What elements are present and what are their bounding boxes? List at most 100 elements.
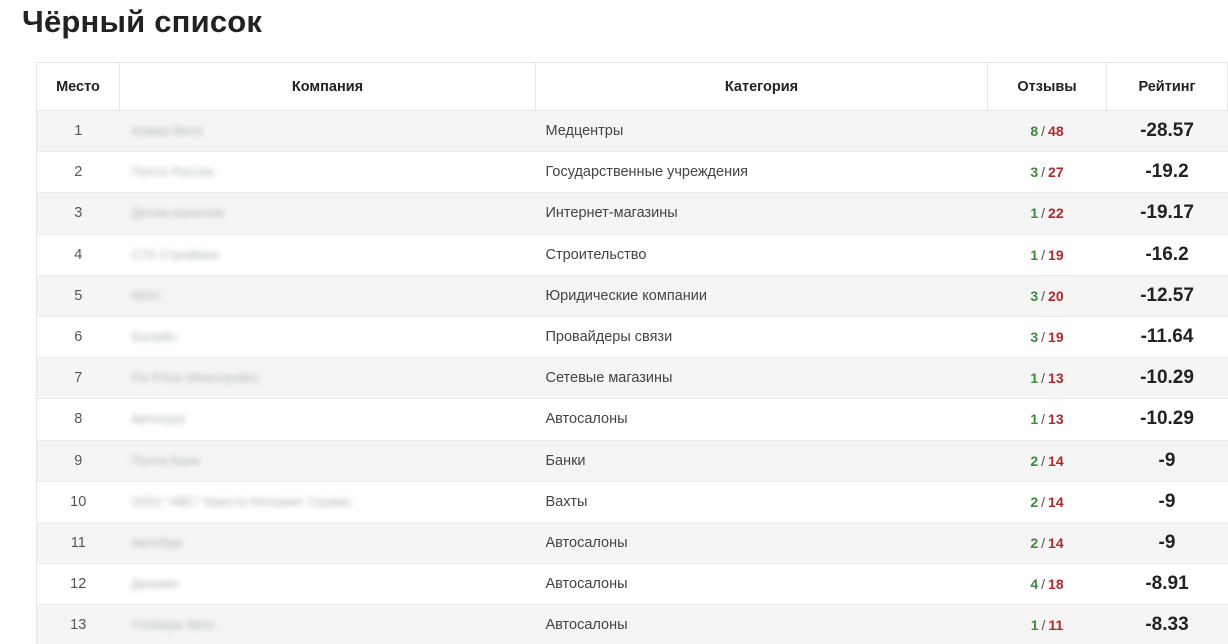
row-category: Банки xyxy=(535,439,988,482)
row-place: 7 xyxy=(36,357,120,400)
company-link[interactable]: Глобиум Авто xyxy=(132,617,215,632)
table-row: 11 Автобум Автосалоны 2/14 -9 xyxy=(36,521,1228,565)
reviews-separator: / xyxy=(1041,370,1046,387)
table-row: 6 Билайн Провайдеры связи 3/19 -11.64 xyxy=(36,315,1228,359)
company-link[interactable]: Детям каналом xyxy=(132,205,225,220)
blacklist-page: Чёрный список Место Компания Категория О… xyxy=(0,0,1228,644)
positive-reviews-count: 8 xyxy=(1030,123,1039,140)
company-link[interactable]: Билайн xyxy=(132,329,177,344)
row-company-cell: Fix Price (Фикспрайс) xyxy=(119,357,536,400)
table-row: 4 СТК Строймах Строительство 1/19 -16.2 xyxy=(36,233,1228,276)
negative-reviews-count: 14 xyxy=(1048,452,1064,469)
negative-reviews-count: 13 xyxy=(1048,370,1064,387)
row-category: Сетевые магазины xyxy=(535,357,988,400)
negative-reviews-count: 11 xyxy=(1048,617,1064,634)
company-link[interactable]: Динамо xyxy=(132,576,179,591)
row-place: 8 xyxy=(36,398,120,441)
reviews-separator: / xyxy=(1041,576,1046,593)
company-link[interactable]: Почта России xyxy=(132,164,215,179)
row-company-cell: Почта России xyxy=(119,151,536,194)
row-rating: -28.57 xyxy=(1106,109,1228,153)
table-row: 2 Почта России Государственные учреждения 3… xyxy=(36,151,1228,194)
positive-reviews-count: 2 xyxy=(1030,534,1039,551)
company-link[interactable]: КЮС xyxy=(132,288,162,303)
row-rating: -10.29 xyxy=(1106,398,1228,441)
row-company-cell: СТК Строймах xyxy=(119,233,536,276)
company-link[interactable]: Автогруп xyxy=(132,411,186,426)
company-link[interactable]: Алмаз Вита xyxy=(132,123,203,138)
row-rating: -16.2 xyxy=(1106,233,1228,276)
row-reviews: 3/20 xyxy=(987,274,1107,317)
table-row: 7 Fix Price (Фикспрайс) Сетевые магазины 1/… xyxy=(36,357,1228,400)
table-row: 12 Динамо Автосалоны 4/18 -8.91 xyxy=(36,563,1228,606)
row-category: Интернет-магазины xyxy=(535,192,988,235)
row-place: 10 xyxy=(36,480,120,523)
row-category: Автосалоны xyxy=(535,563,988,606)
table-row: 10 ООО "АВС" Кристи Кетеринг Сервис Вахты 2… xyxy=(36,480,1228,523)
column-header-reviews: Отзывы xyxy=(987,62,1107,111)
row-company-cell: Автобум xyxy=(119,521,536,565)
column-header-company: Компания xyxy=(119,62,536,111)
negative-reviews-count: 20 xyxy=(1048,287,1064,304)
table-row: 3 Детям каналом Интернет-магазины 1/22 -19.1… xyxy=(36,192,1228,235)
row-company-cell: Глобиум Авто xyxy=(119,604,536,644)
row-category: Автосалоны xyxy=(535,604,988,644)
column-header-category: Категория xyxy=(535,62,988,111)
row-reviews: 1/22 xyxy=(987,192,1107,235)
positive-reviews-count: 1 xyxy=(1030,205,1039,222)
row-rating: -9 xyxy=(1106,480,1228,523)
row-reviews: 1/13 xyxy=(987,398,1107,441)
reviews-separator: / xyxy=(1041,205,1046,222)
row-reviews: 3/19 xyxy=(987,315,1107,359)
company-link[interactable]: Fix Price (Фикспрайс) xyxy=(132,370,260,385)
row-place: 3 xyxy=(36,192,120,235)
row-category: Юридические компании xyxy=(535,274,988,317)
reviews-separator: / xyxy=(1041,164,1046,181)
company-link[interactable]: Почта Банк xyxy=(132,453,200,468)
row-place: 2 xyxy=(36,151,120,194)
page-title: Чёрный список xyxy=(22,4,263,39)
row-place: 6 xyxy=(36,315,120,359)
row-category: Государственные учреждения xyxy=(535,151,988,194)
positive-reviews-count: 2 xyxy=(1030,493,1039,510)
positive-reviews-count: 3 xyxy=(1030,329,1039,346)
negative-reviews-count: 19 xyxy=(1048,329,1064,346)
row-company-cell: КЮС xyxy=(119,274,536,317)
row-reviews: 1/13 xyxy=(987,357,1107,400)
positive-reviews-count: 2 xyxy=(1030,452,1039,469)
negative-reviews-count: 48 xyxy=(1048,123,1064,140)
row-place: 11 xyxy=(36,521,120,565)
table-body: 1 Алмаз Вита Медцентры 8 / 48 -28.57 2 Почта Рос… xyxy=(36,109,1228,644)
row-company-cell: Билайн xyxy=(119,315,536,359)
negative-reviews-count: 18 xyxy=(1048,576,1064,593)
row-category: Вахты xyxy=(535,480,988,523)
row-place: 12 xyxy=(36,563,120,606)
row-rating: -11.64 xyxy=(1106,315,1228,359)
row-rating: -8.33 xyxy=(1106,604,1228,644)
company-link[interactable]: СТК Строймах xyxy=(132,247,220,262)
positive-reviews-count: 1 xyxy=(1030,617,1039,634)
row-category: Автосалоны xyxy=(535,521,988,565)
negative-reviews-count: 22 xyxy=(1048,205,1064,222)
table-header-row: Место Компания Категория Отзывы Рейтинг xyxy=(36,62,1228,111)
company-link[interactable]: Автобум xyxy=(132,535,183,550)
blacklist-table: Место Компания Категория Отзывы Рейтинг … xyxy=(36,62,1228,644)
row-rating: -9 xyxy=(1106,439,1228,482)
table-row: 8 Автогруп Автосалоны 1/13 -10.29 xyxy=(36,398,1228,441)
positive-reviews-count: 1 xyxy=(1030,370,1039,387)
company-link[interactable]: ООО "АВС" Кристи Кетеринг Сервис xyxy=(132,494,352,509)
table-row: 5 КЮС Юридические компании 3/20 -12.57 xyxy=(36,274,1228,317)
row-category: Провайдеры связи xyxy=(535,315,988,359)
negative-reviews-count: 19 xyxy=(1048,246,1064,263)
row-company-cell: Автогруп xyxy=(119,398,536,441)
column-header-place: Место xyxy=(36,62,120,111)
row-category: Медцентры xyxy=(535,109,988,153)
row-place: 1 xyxy=(36,109,120,153)
negative-reviews-count: 27 xyxy=(1048,164,1064,181)
negative-reviews-count: 13 xyxy=(1048,411,1064,428)
row-company-cell: Динамо xyxy=(119,563,536,606)
row-reviews: 2/14 xyxy=(987,480,1107,523)
reviews-separator: / xyxy=(1041,329,1046,346)
row-place: 13 xyxy=(36,604,120,644)
positive-reviews-count: 1 xyxy=(1030,411,1039,428)
